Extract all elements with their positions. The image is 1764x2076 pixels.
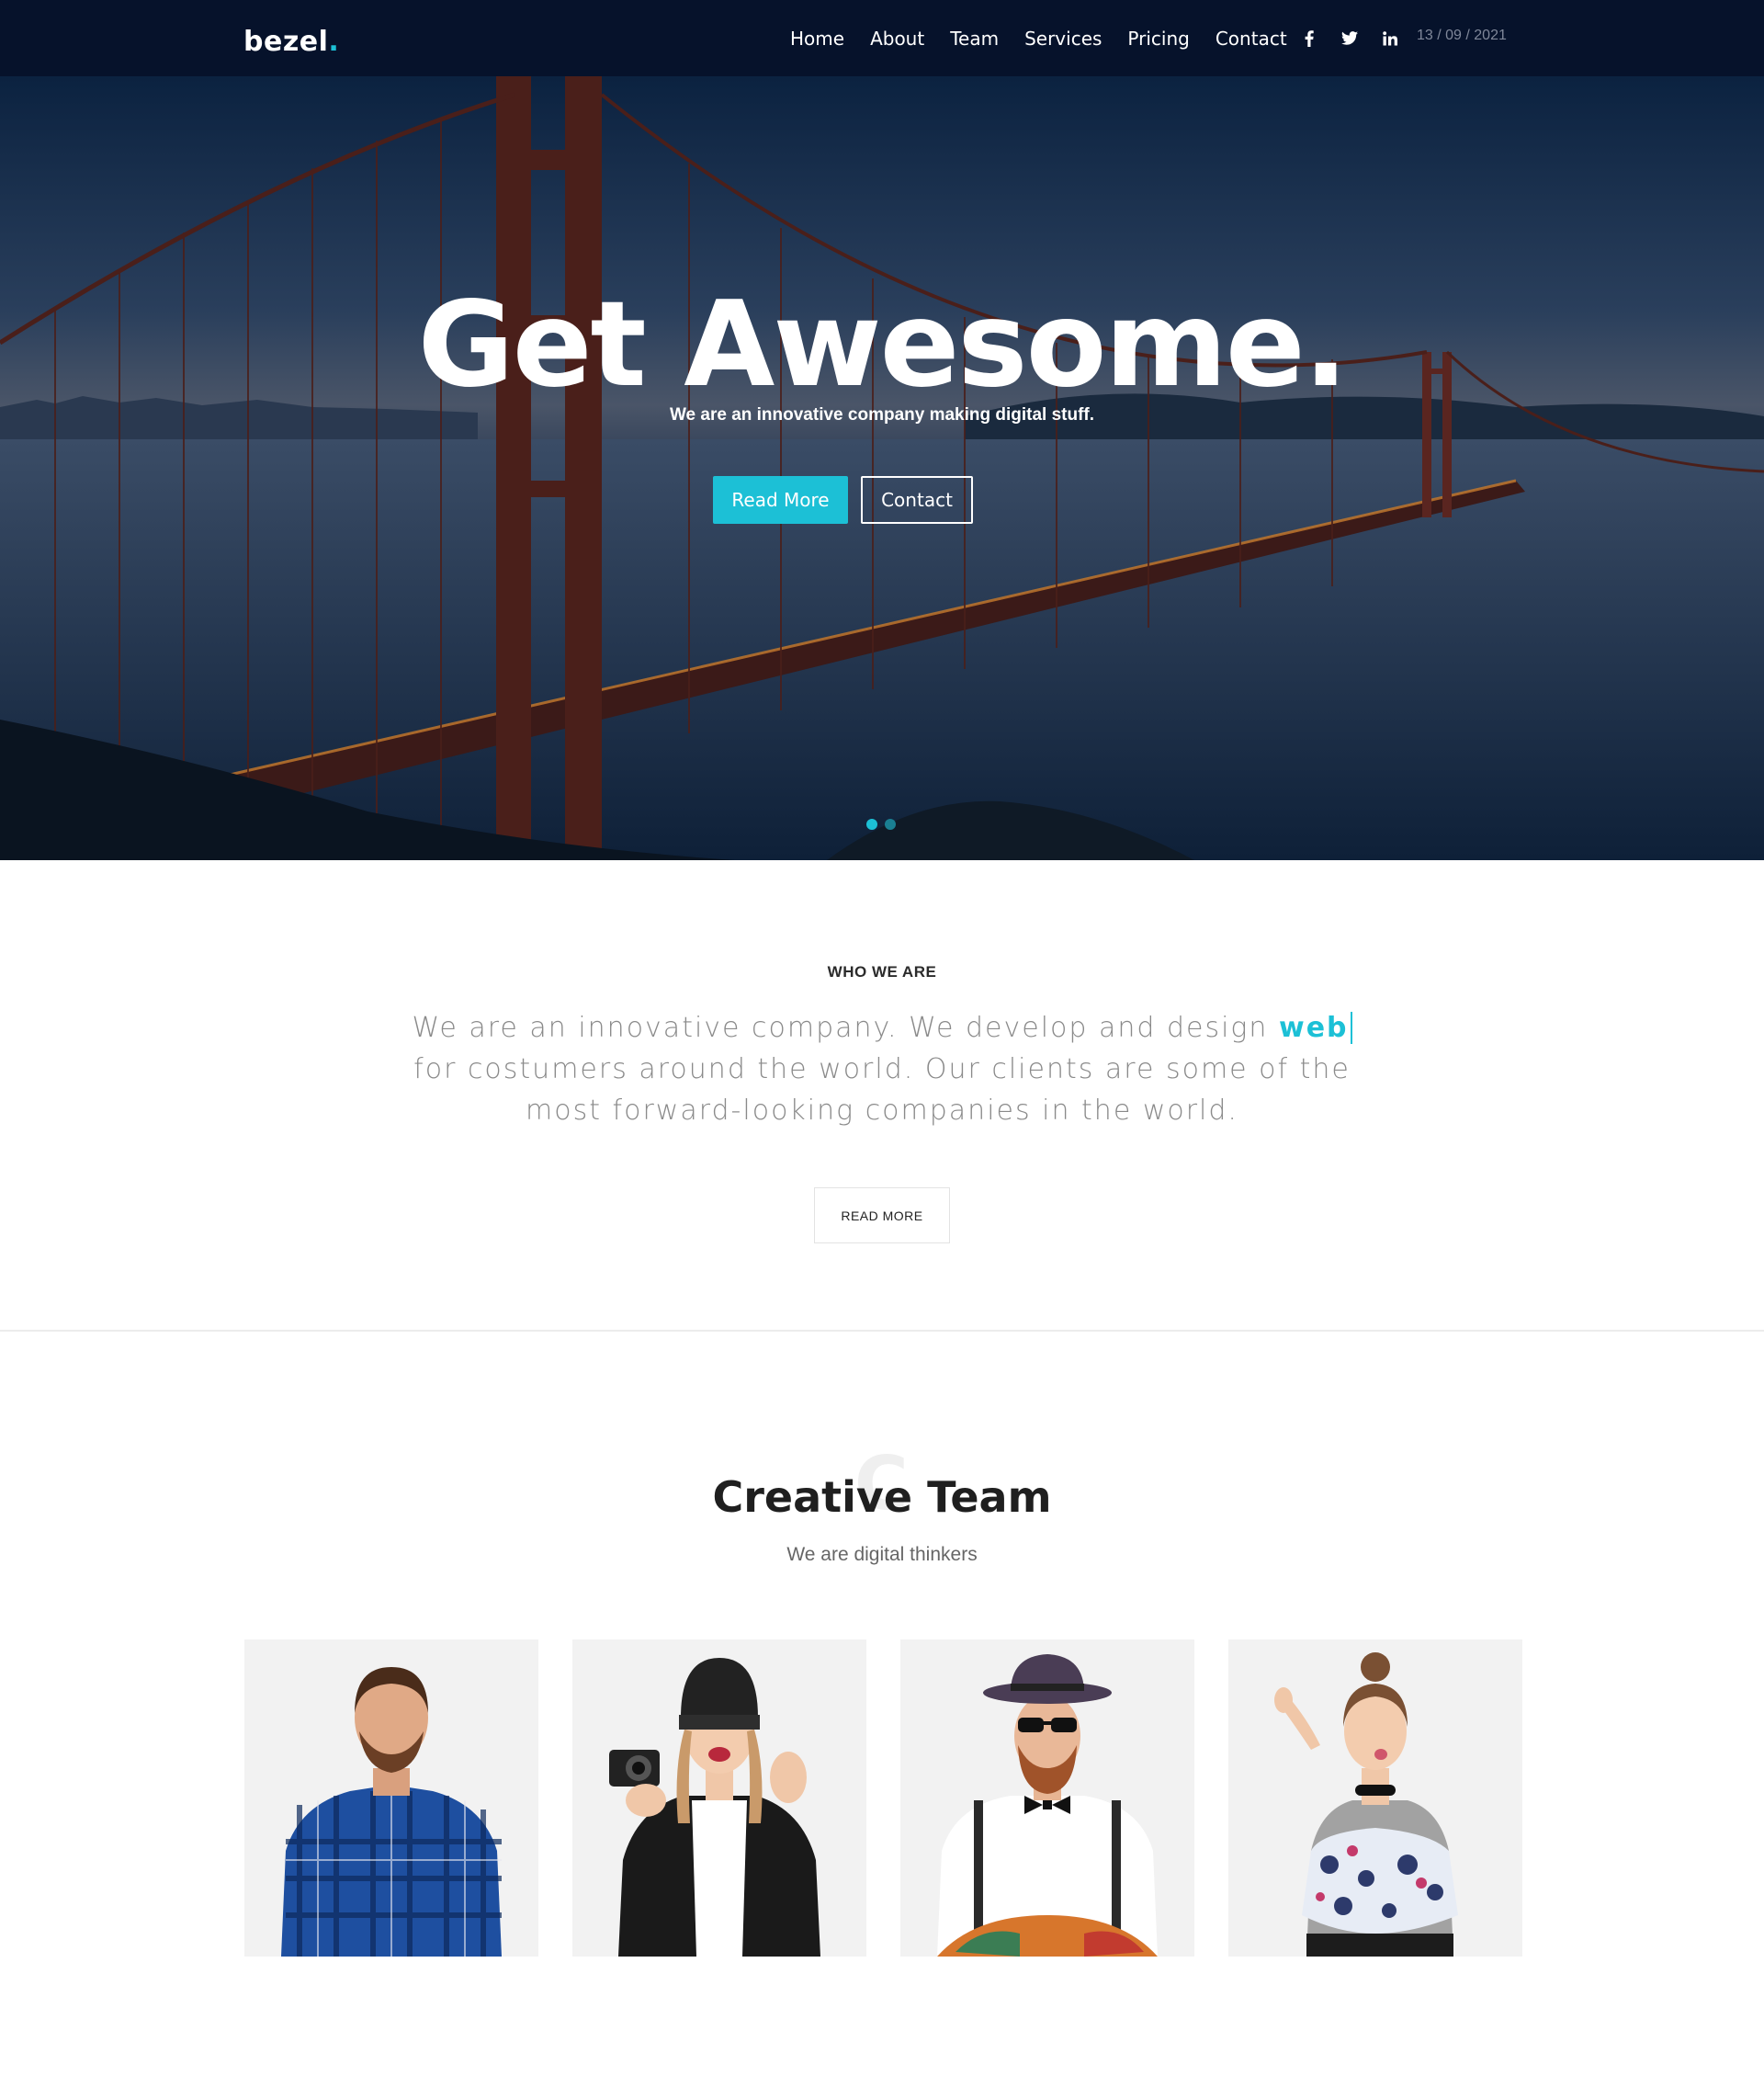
hero-slider: Get Awesome. We are an innovative compan… [0,76,1764,860]
brand-logo[interactable]: bezel. [243,26,339,58]
member-photo [1228,1639,1522,1957]
hero-background-image [0,76,1764,860]
nav-link-pricing[interactable]: Pricing [1127,28,1189,50]
team-member-card[interactable] [572,1639,866,1957]
who-read-more-button[interactable]: READ MORE [814,1187,950,1243]
nav-link-team[interactable]: Team [950,28,999,50]
who-text-part-1: We are an innovative company. We develop… [412,1012,1279,1044]
top-navbar: bezel. Home About Team Services Pricing … [0,0,1764,76]
twitter-icon[interactable] [1341,30,1358,47]
slider-dots [866,819,896,830]
logo-dot: . [328,26,340,58]
date-display: 13 / 09 / 2021 [1417,28,1507,43]
team-cards [244,1639,1522,1957]
member-photo [572,1639,866,1957]
team-member-card[interactable] [900,1639,1194,1957]
team-title: Creative Team [712,1472,1052,1522]
slider-dot-2[interactable] [885,819,896,830]
section-divider [0,1330,1764,1332]
nav-link-home[interactable]: Home [790,28,844,50]
hero-title: Get Awesome. [417,277,1349,414]
social-links [1301,0,1398,76]
member-photo [244,1639,538,1957]
hero-subtitle: We are an innovative company making digi… [669,405,1095,425]
nav-link-about[interactable]: About [870,28,924,50]
nav-menu: Home About Team Services Pricing Contact [790,0,1313,76]
team-member-card[interactable] [1228,1639,1522,1957]
linkedin-icon[interactable] [1382,30,1398,47]
typed-highlight-word: web [1278,1012,1352,1044]
team-subtitle: We are digital thinkers [786,1544,978,1565]
read-more-button[interactable]: Read More [713,476,848,524]
team-member-card[interactable] [244,1639,538,1957]
slider-dot-1[interactable] [866,819,877,830]
nav-link-contact[interactable]: Contact [1216,28,1287,50]
nav-link-services[interactable]: Services [1024,28,1102,50]
contact-button[interactable]: Contact [861,476,973,524]
facebook-icon[interactable] [1301,29,1317,47]
member-photo [900,1639,1194,1957]
who-we-are-text: We are an innovative company. We develop… [395,1007,1369,1131]
who-text-part-2: for costumers around the world. Our clie… [413,1053,1351,1127]
section-label-who-we-are: WHO WE ARE [827,963,937,981]
